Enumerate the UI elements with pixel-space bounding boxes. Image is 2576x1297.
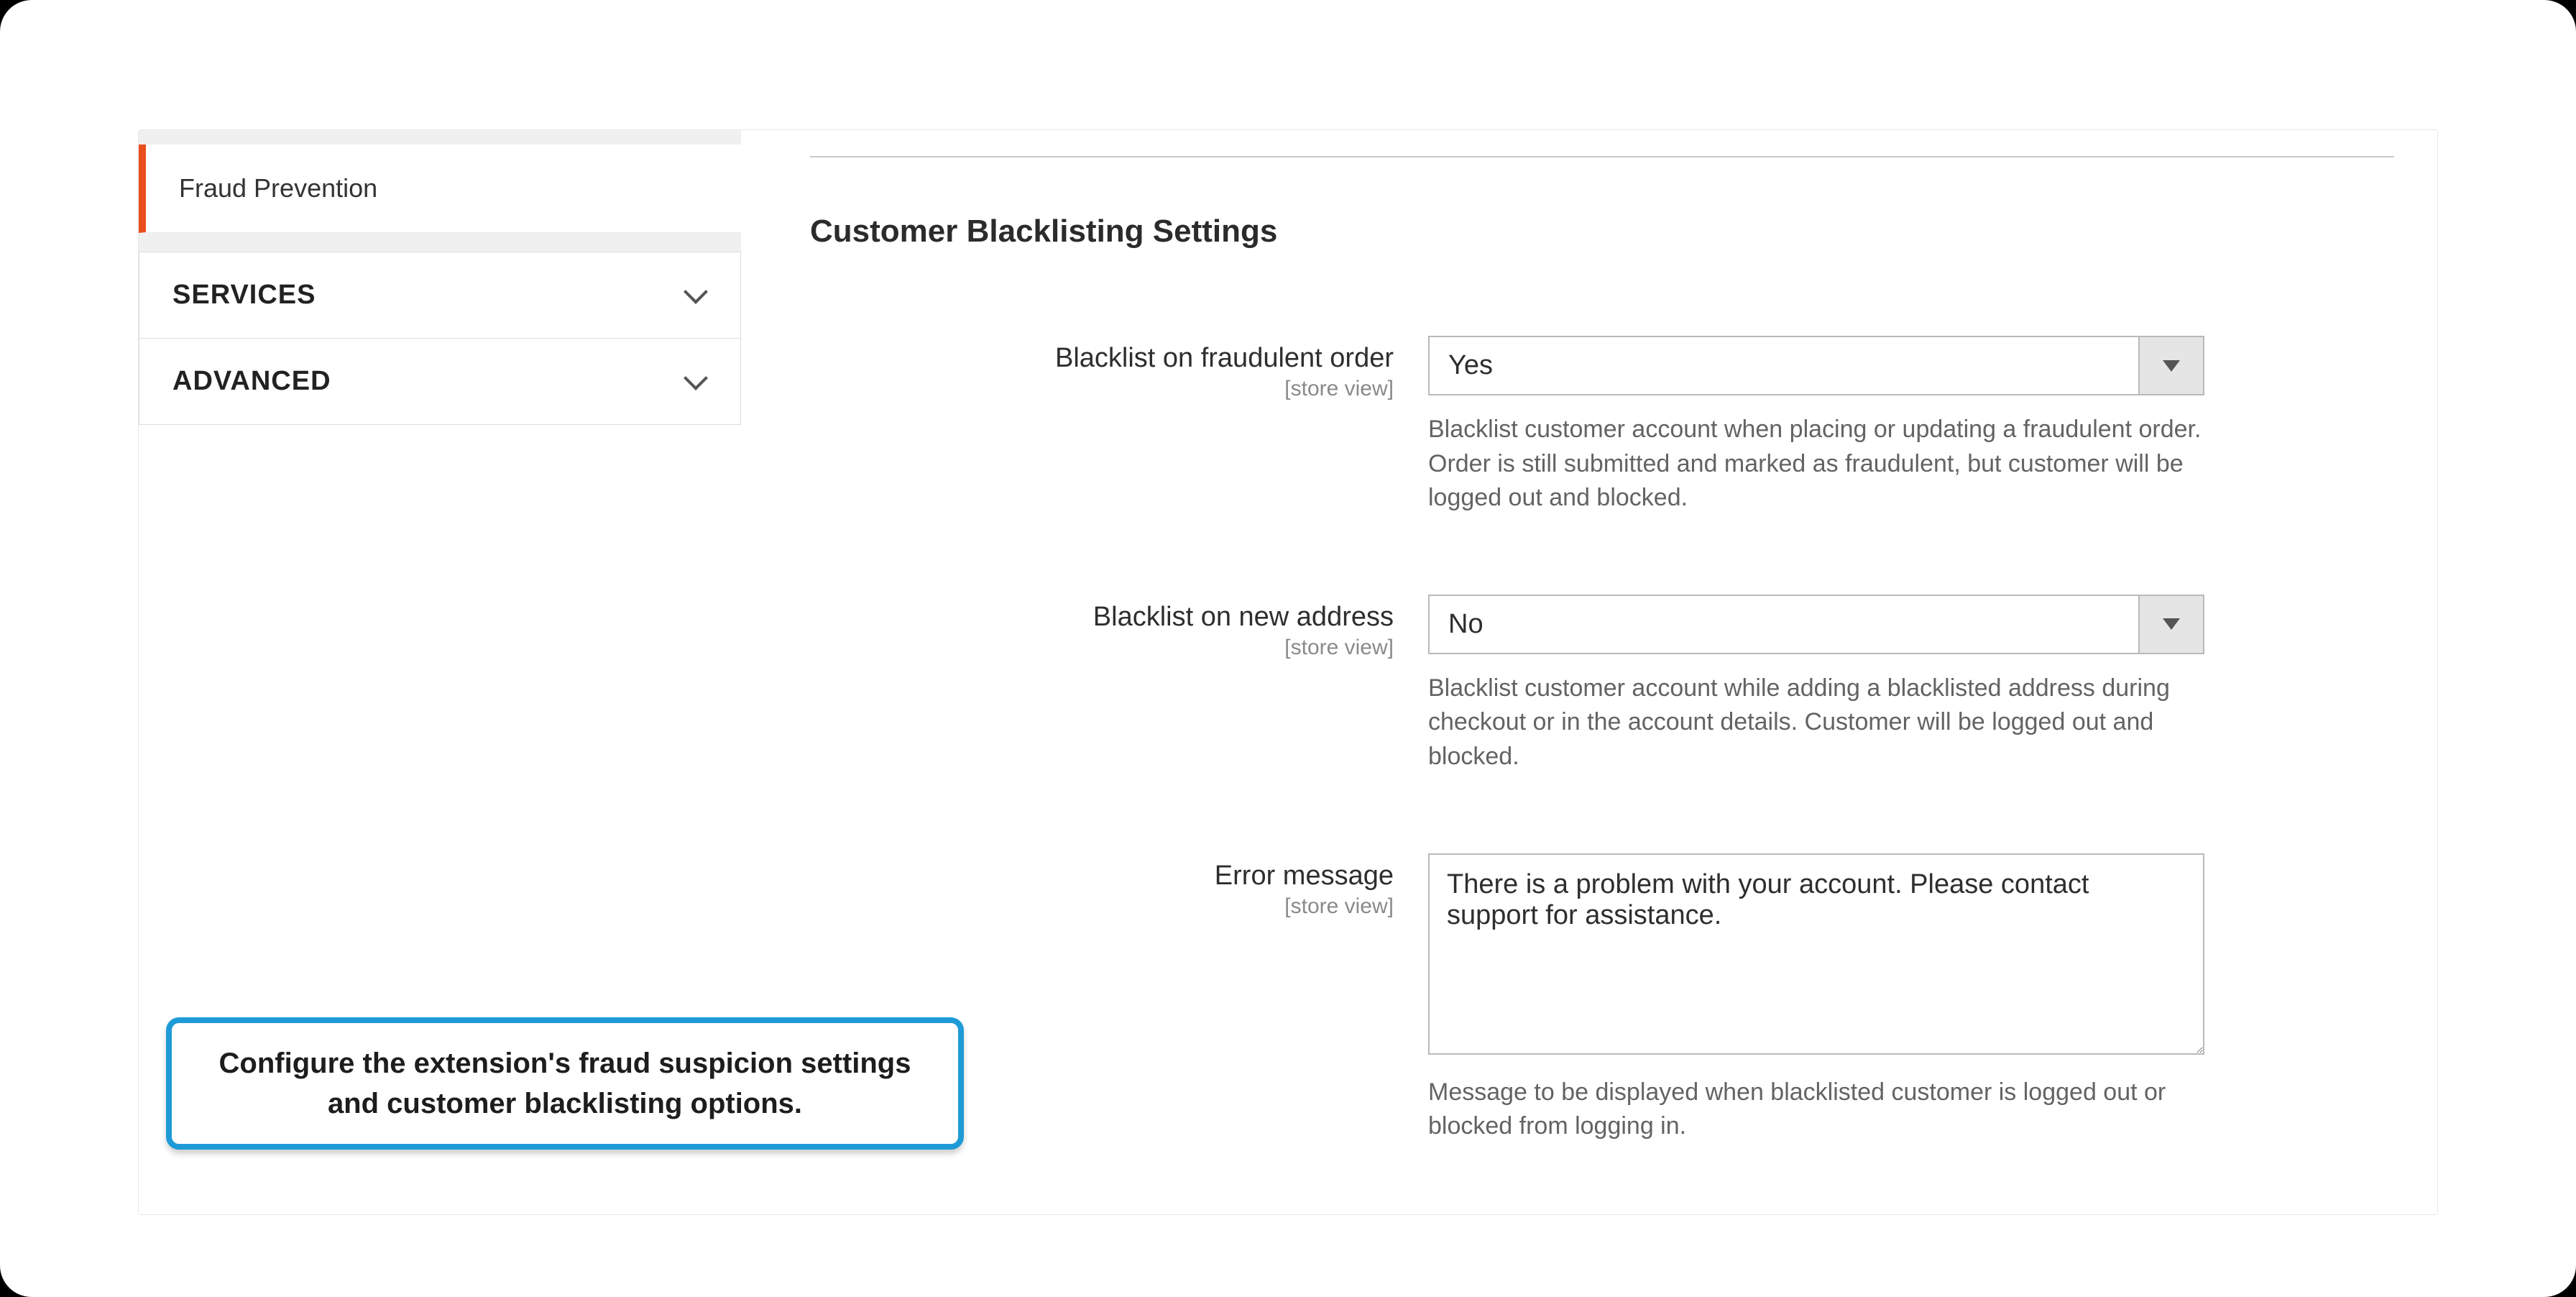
field-help: Message to be displayed when blacklisted… <box>1428 1076 2204 1144</box>
sidebar-section-group: Fraud Prevention <box>139 130 741 252</box>
sidebar-group-label: SERVICES <box>172 280 316 311</box>
main-content: Customer Blacklisting Settings Blacklist… <box>741 130 2437 1214</box>
field-scope: [store view] <box>810 636 1394 660</box>
field-scope: [store view] <box>810 377 1394 401</box>
field-blacklist-new-address: Blacklist on new address [store view] No… <box>810 595 2394 774</box>
spacer <box>139 130 741 145</box>
field-scope: [store view] <box>810 894 1394 919</box>
select-value: Yes <box>1428 336 2138 395</box>
field-label: Blacklist on fraudulent order <box>810 343 1394 374</box>
field-label-col: Blacklist on new address [store view] <box>810 595 1428 660</box>
field-help: Blacklist customer account when placing … <box>1428 413 2204 515</box>
field-label: Blacklist on new address <box>810 602 1394 633</box>
caret-down-icon <box>2163 360 2180 372</box>
app-window: Fraud Prevention SERVICES ADVANCED Confi… <box>0 0 2576 1297</box>
sidebar: Fraud Prevention SERVICES ADVANCED Confi… <box>139 130 741 1214</box>
textarea-error-message[interactable] <box>1428 853 2204 1055</box>
caret-down-icon <box>2163 618 2180 630</box>
select-value: No <box>1428 595 2138 654</box>
field-control-col: Yes Blacklist customer account when plac… <box>1428 336 2204 515</box>
field-label: Error message <box>810 861 1394 892</box>
field-error-message: Error message [store view] Message to be… <box>810 853 2394 1144</box>
info-callout: Configure the extension's fraud suspicio… <box>166 1017 964 1150</box>
field-blacklist-fraud-order: Blacklist on fraudulent order [store vie… <box>810 336 2394 515</box>
field-label-col: Error message [store view] <box>810 853 1428 919</box>
field-control-col: Message to be displayed when blacklisted… <box>1428 853 2204 1144</box>
chevron-down-icon <box>686 371 707 393</box>
select-blacklist-fraud-order[interactable]: Yes <box>1428 336 2204 395</box>
sidebar-tab-fraud-prevention[interactable]: Fraud Prevention <box>139 145 741 233</box>
sidebar-group-label: ADVANCED <box>172 366 331 397</box>
field-control-col: No Blacklist customer account while addi… <box>1428 595 2204 774</box>
field-help: Blacklist customer account while adding … <box>1428 672 2204 774</box>
sidebar-group-advanced[interactable]: ADVANCED <box>139 339 741 425</box>
select-blacklist-new-address[interactable]: No <box>1428 595 2204 654</box>
chevron-down-icon <box>686 285 707 306</box>
sidebar-group-services[interactable]: SERVICES <box>139 252 741 339</box>
divider <box>810 156 2394 157</box>
section-title: Customer Blacklisting Settings <box>810 214 2394 249</box>
dropdown-toggle[interactable] <box>2138 336 2204 395</box>
dropdown-toggle[interactable] <box>2138 595 2204 654</box>
config-panel: Fraud Prevention SERVICES ADVANCED Confi… <box>138 129 2438 1215</box>
spacer <box>139 233 741 252</box>
field-label-col: Blacklist on fraudulent order [store vie… <box>810 336 1428 401</box>
